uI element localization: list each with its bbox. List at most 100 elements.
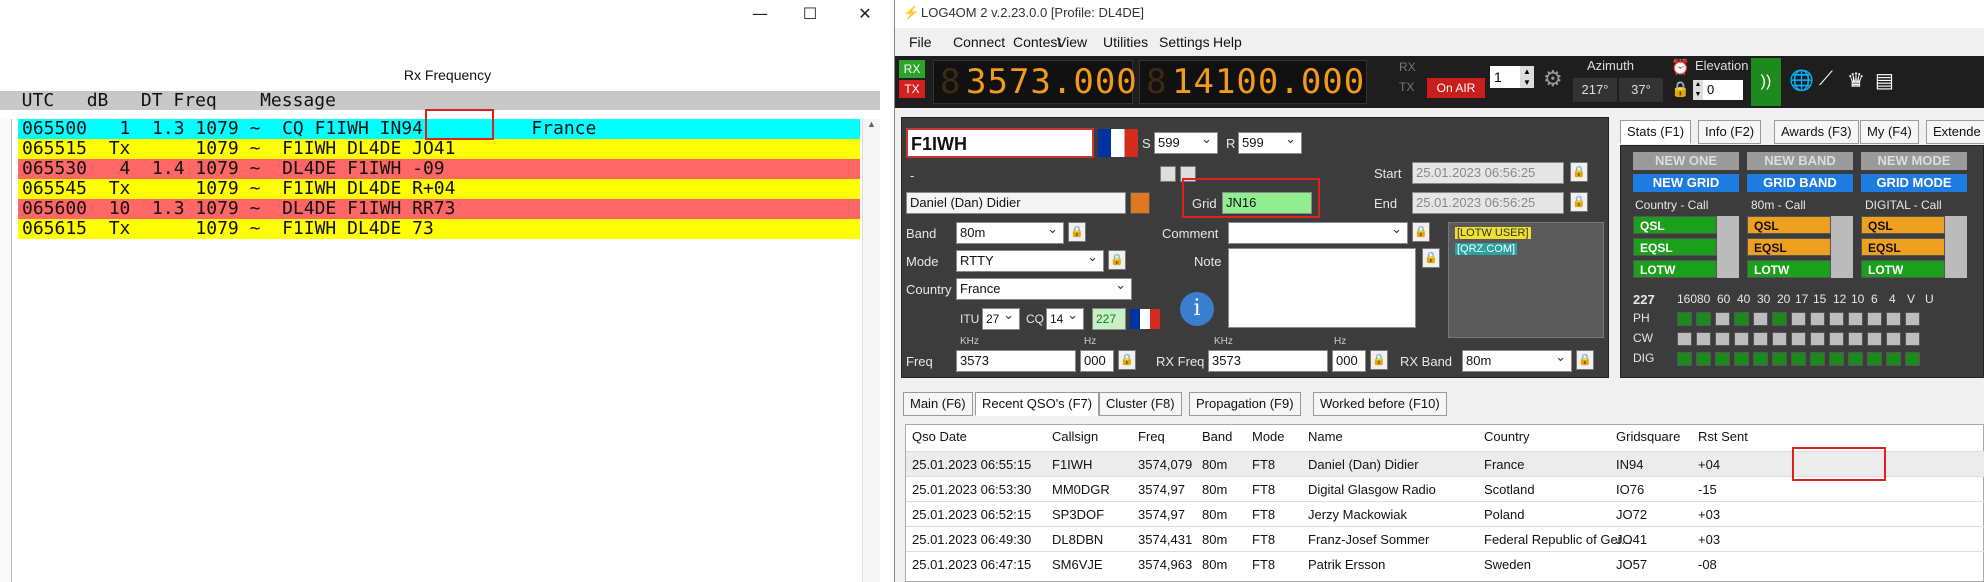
grid-cell	[1791, 312, 1806, 326]
elevation-input[interactable]: 0	[1703, 80, 1743, 100]
crown-icon[interactable]: ♛	[1847, 68, 1865, 93]
freq-lock-icon[interactable]: 🔒	[1118, 350, 1136, 370]
column-header-6[interactable]: Country	[1484, 429, 1530, 444]
end-lock-icon[interactable]: 🔒	[1570, 192, 1588, 212]
menu-view[interactable]: View	[1057, 34, 1087, 50]
bottom-tab-2[interactable]: Cluster (F8)	[1099, 392, 1182, 416]
menu-connect[interactable]: Connect	[953, 34, 1005, 50]
radio-icon[interactable]: ▤	[1875, 68, 1894, 93]
table-cell: Digital Glasgow Radio	[1308, 482, 1436, 497]
stats-tab-2[interactable]: Awards (F3)	[1774, 120, 1859, 144]
antenna-icon[interactable]: ⟋	[1819, 68, 1833, 91]
close-button[interactable]: ✕	[850, 4, 880, 23]
elevation-spinner[interactable]: ▲ ▼	[1693, 80, 1703, 100]
name-input[interactable]: Daniel (Dan) Didier	[906, 192, 1126, 214]
table-row[interactable]: 25.01.2023 06:49:30 DL8DBN 3574,431 80m FT8 F…	[906, 526, 1984, 551]
bottom-tab-4[interactable]: Worked before (F10)	[1313, 392, 1447, 416]
note-lock-icon[interactable]: 🔒	[1422, 248, 1440, 268]
table-row[interactable]: 25.01.2023 06:52:15 SP3DOF 3574,97 80m FT8 Je…	[906, 501, 1984, 526]
menu-contest[interactable]: Contest	[1013, 34, 1061, 50]
band-col-80: 80	[1697, 292, 1711, 306]
grid-cell	[1848, 352, 1863, 366]
rxband-select[interactable]: 80m	[1462, 350, 1572, 372]
vfo-selector[interactable]: 1	[1490, 66, 1520, 88]
decode-row[interactable]: 065600 10 1.3 1079 ~ DL4DE F1IWH RR73	[18, 199, 860, 219]
menu-help[interactable]: Help	[1213, 34, 1242, 50]
grid-band-button[interactable]: GRID BAND	[1747, 174, 1853, 192]
decode-row[interactable]: 065615 Tx 1079 ~ F1IWH DL4DE 73	[18, 219, 860, 239]
note-textarea[interactable]	[1228, 248, 1416, 328]
signal-icon[interactable]: ))	[1751, 58, 1781, 106]
column-header-5[interactable]: Name	[1308, 429, 1343, 444]
table-cell: 3574,431	[1138, 532, 1193, 547]
recent-qso-table: Qso Date Callsign Freq Band Mode Name Country G…	[905, 424, 1984, 582]
vfo-spinner[interactable]: ▲ ▼	[1520, 66, 1534, 88]
band-select[interactable]: 80m	[956, 222, 1064, 244]
scroll-up-icon[interactable]: ▲	[863, 119, 880, 129]
country-select[interactable]: France	[956, 278, 1132, 300]
column-header-1[interactable]: Callsign	[1052, 429, 1098, 444]
mode-lock-icon[interactable]: 🔒	[1108, 250, 1126, 270]
lotw-user-tag[interactable]: [LOTW USER]	[1455, 227, 1531, 239]
info-icon[interactable]: i	[1180, 292, 1214, 326]
bottom-tab-1[interactable]: Recent QSO's (F7)	[975, 392, 1100, 416]
rxfreq-hz-input[interactable]: 000	[1332, 350, 1366, 372]
start-time-input[interactable]: 25.01.2023 06:56:25	[1412, 162, 1564, 184]
qrz-tag[interactable]: [QRZ.COM]	[1455, 243, 1518, 255]
new-mode-button[interactable]: NEW MODE	[1861, 152, 1967, 170]
table-cell: Patrik Ersson	[1308, 557, 1386, 572]
lock-icon[interactable]: 🔒	[1671, 80, 1690, 98]
decode-scrollbar[interactable]: ▲	[862, 119, 880, 582]
freq-khz-input[interactable]: 3573	[956, 350, 1076, 372]
maximize-button[interactable]: ☐	[795, 4, 825, 23]
checkbox-a[interactable]	[1160, 166, 1176, 182]
minimize-button[interactable]: —	[745, 4, 775, 23]
new-one-button[interactable]: NEW ONE	[1633, 152, 1739, 170]
table-row[interactable]: 25.01.2023 06:47:15 SM6VJE 3574,963 80m FT8 P…	[906, 551, 1984, 576]
new-grid-button[interactable]: NEW GRID	[1633, 174, 1739, 192]
gear-icon[interactable]: ⚙	[1543, 66, 1563, 92]
column-header-4[interactable]: Mode	[1252, 429, 1285, 444]
rst-sent-select[interactable]: 599	[1154, 132, 1218, 154]
stats-tab-4[interactable]: Extende	[1926, 120, 1984, 144]
freq-hz-input[interactable]: 000	[1080, 350, 1114, 372]
decode-row[interactable]: 065515 Tx 1079 ~ F1IWH DL4DE JO41	[18, 139, 860, 159]
vfo-a-display[interactable]: 8 3573.000	[933, 60, 1137, 104]
decode-row[interactable]: 065530 4 1.4 1079 ~ DL4DE F1IWH -09	[18, 159, 860, 179]
stats-tab-0[interactable]: Stats (F1)	[1620, 120, 1692, 144]
band-lock-icon[interactable]: 🔒	[1068, 222, 1086, 242]
table-cell: JO57	[1616, 557, 1648, 572]
column-header-3[interactable]: Band	[1202, 429, 1232, 444]
rxfreq-lock-icon[interactable]: 🔒	[1370, 350, 1388, 370]
decode-row[interactable]: 065545 Tx 1079 ~ F1IWH DL4DE R+04	[18, 179, 860, 199]
column-header-0[interactable]: Qso Date	[912, 429, 967, 444]
start-lock-icon[interactable]: 🔒	[1570, 162, 1588, 182]
column-header-7[interactable]: Gridsquare	[1616, 429, 1680, 444]
lookup-icon[interactable]	[1130, 192, 1150, 214]
rxband-lock-icon[interactable]: 🔒	[1576, 350, 1594, 370]
rxfreq-khz-input[interactable]: 3573	[1208, 350, 1328, 372]
comment-input[interactable]	[1228, 222, 1408, 244]
on-air-button[interactable]: On AIR	[1427, 78, 1485, 98]
alarm-icon[interactable]: ⏰	[1671, 58, 1690, 76]
cq-select[interactable]: 14	[1046, 308, 1084, 330]
vfo-b-display[interactable]: 8 14100.000	[1139, 60, 1367, 104]
column-header-2[interactable]: Freq	[1138, 429, 1165, 444]
globe-icon[interactable]: 🌐	[1789, 68, 1814, 93]
menu-settings[interactable]: Settings	[1159, 34, 1210, 50]
mode-select[interactable]: RTTY	[956, 250, 1104, 272]
itu-select[interactable]: 27	[982, 308, 1020, 330]
menu-file[interactable]: File	[909, 34, 932, 50]
stats-tab-1[interactable]: Info (F2)	[1698, 120, 1762, 144]
grid-mode-button[interactable]: GRID MODE	[1861, 174, 1967, 192]
callsign-input[interactable]: F1IWH	[906, 128, 1094, 158]
new-band-button[interactable]: NEW BAND	[1747, 152, 1853, 170]
stats-tab-3[interactable]: My (F4)	[1860, 120, 1919, 144]
comment-lock-icon[interactable]: 🔒	[1412, 222, 1430, 242]
bottom-tab-0[interactable]: Main (F6)	[903, 392, 973, 416]
column-header-8[interactable]: Rst Sent	[1698, 429, 1748, 444]
rst-rcvd-select[interactable]: 599	[1238, 132, 1302, 154]
bottom-tab-3[interactable]: Propagation (F9)	[1189, 392, 1301, 416]
end-time-input[interactable]: 25.01.2023 06:56:25	[1412, 192, 1564, 214]
menu-utilities[interactable]: Utilities	[1103, 34, 1148, 50]
